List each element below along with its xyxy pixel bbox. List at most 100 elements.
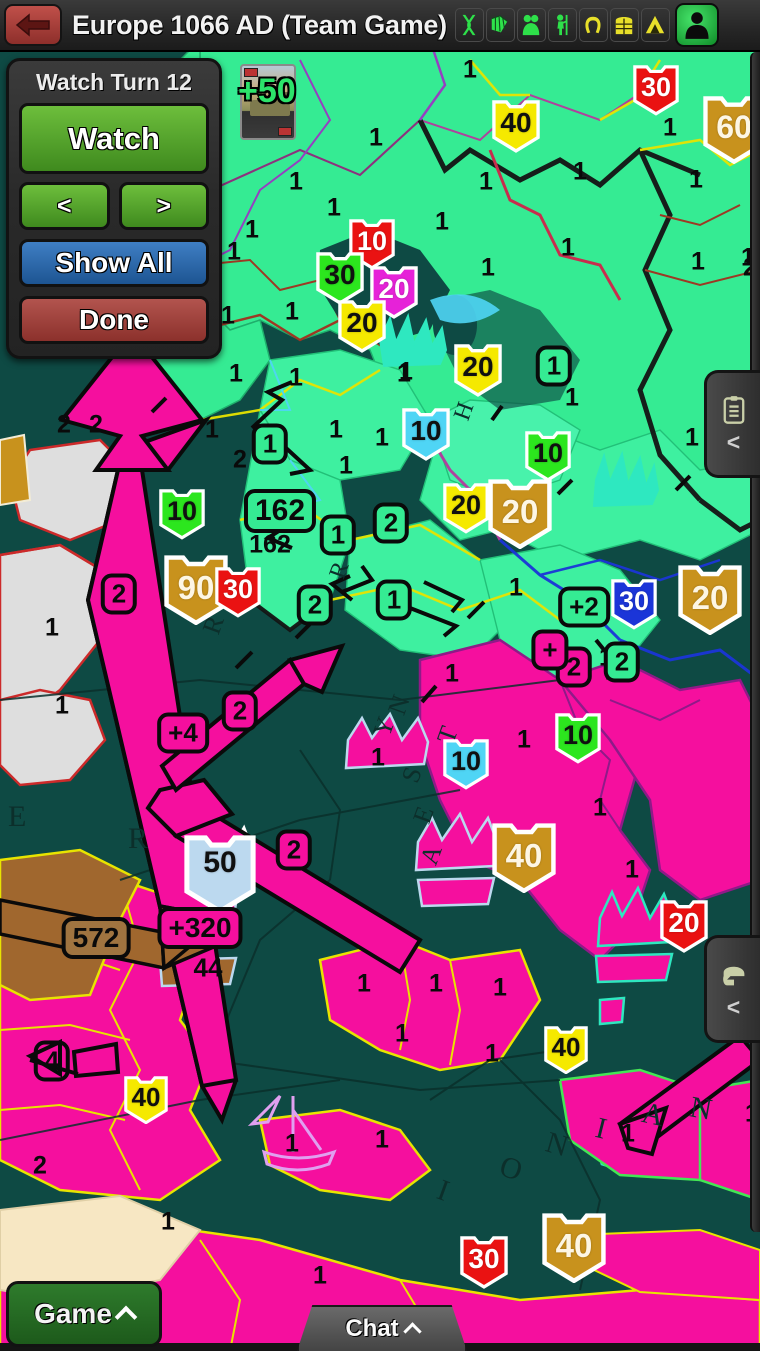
army-count[interactable]: 1	[685, 424, 699, 453]
bonus-shield[interactable]: 40	[544, 1026, 588, 1075]
army-count[interactable]: 1	[689, 166, 703, 195]
units-tab[interactable]: <	[704, 935, 760, 1043]
army-count[interactable]: 1	[517, 726, 531, 755]
army-count[interactable]: 1	[565, 384, 579, 413]
done-button[interactable]: Done	[19, 296, 209, 344]
army-count[interactable]: 1	[445, 660, 459, 689]
show-all-button[interactable]: Show All	[19, 239, 209, 287]
army-count[interactable]: 1	[485, 1040, 499, 1069]
cards-icon[interactable]	[485, 8, 515, 42]
people-icon[interactable]	[516, 8, 546, 42]
order-badge[interactable]: 2	[296, 584, 334, 626]
order-badge[interactable]: +4	[157, 712, 209, 754]
cards-tab[interactable]: <	[704, 370, 760, 478]
order-badge[interactable]: +	[531, 629, 569, 671]
army-count[interactable]: 1	[357, 970, 371, 999]
army-count[interactable]: 1	[561, 234, 575, 263]
army-count[interactable]: 1	[479, 168, 493, 197]
order-badge[interactable]: 1	[251, 423, 289, 465]
army-count[interactable]: 1	[339, 452, 353, 481]
order-badge[interactable]: +320	[157, 907, 243, 949]
watch-button[interactable]: Watch	[19, 103, 209, 174]
army-count[interactable]: 1	[45, 614, 59, 643]
bonus-shield[interactable]: 50	[184, 835, 256, 915]
army-count[interactable]: 1	[329, 416, 343, 445]
army-count[interactable]: 1	[369, 124, 383, 153]
army-count[interactable]: 1	[227, 238, 241, 267]
bonus-shield[interactable]: 30	[633, 65, 679, 116]
army-count[interactable]: 1	[55, 692, 69, 721]
army-count[interactable]: 1	[205, 416, 219, 445]
horseshoe-icon[interactable]	[578, 8, 608, 42]
army-count[interactable]: 1	[625, 856, 639, 885]
army-count[interactable]: 1	[395, 1020, 409, 1049]
army-count[interactable]: 1	[463, 56, 477, 85]
order-badge[interactable]: 572	[61, 917, 131, 959]
bonus-shield[interactable]: 30	[215, 567, 261, 618]
bonus-shield[interactable]: 30	[611, 579, 657, 630]
bonus-shield[interactable]: 10	[525, 431, 571, 482]
army-count[interactable]: 1	[493, 974, 507, 1003]
gate-icon[interactable]	[609, 8, 639, 42]
army-count[interactable]: 2	[233, 446, 247, 475]
bonus-shield[interactable]: 40	[492, 100, 540, 153]
order-badge[interactable]: +2	[558, 586, 610, 628]
bonus-shield[interactable]: 20	[443, 483, 489, 534]
order-badge[interactable]: 1	[319, 514, 357, 556]
army-count[interactable]: 1	[371, 744, 385, 773]
order-badge[interactable]: 1	[375, 579, 413, 621]
bonus-shield[interactable]: 20	[454, 344, 502, 397]
next-turn-button[interactable]: >	[118, 182, 209, 230]
army-count[interactable]: 1	[481, 254, 495, 283]
order-badge[interactable]: 2	[603, 641, 641, 683]
order-badge[interactable]: 2	[275, 829, 313, 871]
army-count[interactable]: 1	[285, 298, 299, 327]
order-badge[interactable]: 1	[535, 345, 573, 387]
army-count[interactable]: 1	[663, 114, 677, 143]
wrench-icon[interactable]	[454, 8, 484, 42]
army-count[interactable]: 1	[221, 302, 235, 331]
army-count[interactable]: 1	[245, 216, 259, 245]
game-menu-button[interactable]: Game	[6, 1281, 162, 1347]
army-count[interactable]: 1	[399, 358, 413, 387]
bonus-shield[interactable]: 10	[159, 489, 205, 540]
player-icon[interactable]	[547, 8, 577, 42]
order-badge[interactable]: 4	[33, 1040, 71, 1082]
army-count[interactable]: 1	[621, 1120, 635, 1149]
army-count[interactable]: 1	[429, 970, 443, 999]
army-count[interactable]: 1	[161, 1208, 175, 1237]
order-badge[interactable]: 2	[100, 573, 138, 615]
order-badge[interactable]: 2	[221, 690, 259, 732]
bonus-shield[interactable]: 10	[402, 408, 450, 461]
chat-button[interactable]: Chat	[297, 1305, 467, 1351]
triangle-icon[interactable]	[640, 8, 670, 42]
prev-turn-button[interactable]: <	[19, 182, 110, 230]
map-scrollbar[interactable]	[750, 52, 760, 1232]
bonus-shield[interactable]: 40	[542, 1213, 606, 1284]
army-count[interactable]: 1	[593, 794, 607, 823]
back-button[interactable]	[4, 4, 62, 46]
order-badge[interactable]: 162	[243, 489, 317, 533]
army-count[interactable]: 2	[33, 1152, 47, 1181]
army-count[interactable]: 1	[327, 194, 341, 223]
army-count[interactable]: 1	[573, 158, 587, 187]
army-count[interactable]: 1	[435, 208, 449, 237]
bonus-shield[interactable]: 20	[488, 479, 552, 550]
order-badge[interactable]: 2	[372, 502, 410, 544]
army-count[interactable]: 1	[375, 424, 389, 453]
army-count[interactable]: 1	[691, 248, 705, 277]
army-count[interactable]: 1	[289, 168, 303, 197]
army-count[interactable]: 1	[285, 1130, 299, 1159]
army-count[interactable]: 1	[509, 574, 523, 603]
army-count[interactable]: 1	[313, 1262, 327, 1291]
army-count[interactable]: 1	[229, 360, 243, 389]
bonus-shield[interactable]: 30	[460, 1236, 508, 1289]
army-count[interactable]: 1	[289, 364, 303, 393]
bonus-shield[interactable]: 20	[678, 565, 742, 636]
bonus-shield[interactable]: 10	[555, 713, 601, 764]
bonus-shield[interactable]: 30	[316, 252, 364, 305]
bonus-shield[interactable]: 40	[124, 1076, 168, 1125]
bonus-shield[interactable]: 20	[660, 900, 708, 953]
avatar[interactable]	[674, 3, 719, 47]
bonus-shield[interactable]: 40	[492, 823, 556, 894]
